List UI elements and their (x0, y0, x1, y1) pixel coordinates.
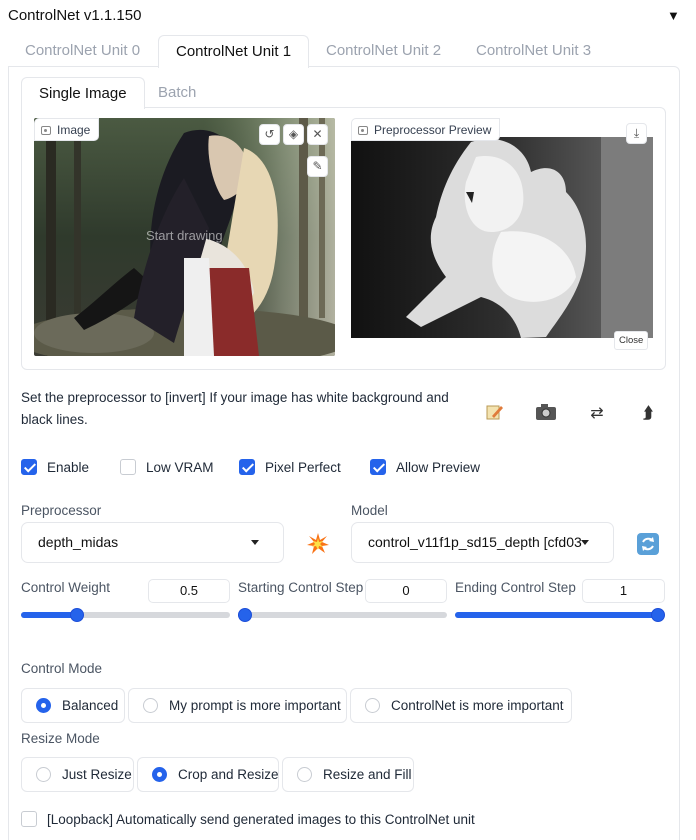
starting-step-input[interactable]: 0 (365, 579, 447, 603)
radio-unselected[interactable] (297, 767, 312, 782)
radio-just-resize[interactable]: Just Resize (21, 757, 134, 792)
ending-step-slider[interactable] (455, 608, 665, 622)
control-weight-slider[interactable] (21, 608, 230, 622)
tab-controlnet-unit-1[interactable]: ControlNet Unit 1 (158, 35, 310, 68)
allow-preview-checkbox[interactable]: Allow Preview (370, 459, 480, 477)
image-label: Image (34, 118, 100, 141)
slider-fill (455, 612, 658, 618)
depth-map-image (351, 137, 653, 338)
checkbox-checked[interactable] (21, 459, 37, 475)
caret-down-icon (251, 540, 259, 545)
checkbox-checked[interactable] (370, 459, 386, 475)
tab-controlnet-unit-2[interactable]: ControlNet Unit 2 (309, 35, 458, 67)
slider-track[interactable] (238, 612, 447, 618)
starting-step-slider[interactable] (238, 608, 447, 622)
checkbox-unchecked[interactable] (120, 459, 136, 475)
upload-arrow-icon[interactable]: ⮭ (636, 402, 660, 426)
close-icon[interactable]: ✕ (307, 124, 328, 145)
radio-controlnet-important[interactable]: ControlNet is more important (350, 688, 572, 723)
explosion-icon[interactable] (306, 532, 330, 556)
starting-step-label: Starting Control Step (238, 580, 364, 595)
model-label: Model (351, 503, 388, 518)
brush-icon[interactable]: ✎ (307, 156, 328, 177)
undo-icon[interactable]: ↺ (259, 124, 280, 145)
slider-track[interactable] (455, 612, 665, 618)
preprocessor-label: Preprocessor (21, 503, 102, 518)
ending-step-input[interactable]: 1 (582, 579, 665, 603)
eraser-icon[interactable]: ◈ (283, 124, 304, 145)
slider-track[interactable] (21, 612, 230, 618)
camera-icon-svg (536, 404, 556, 420)
edit-icon-svg (486, 405, 503, 420)
radio-crop-and-resize[interactable]: Crop and Resize (137, 757, 279, 792)
checkbox-unchecked[interactable] (21, 811, 37, 827)
slider-handle[interactable] (651, 608, 665, 622)
invert-hint-text: Set the preprocessor to [invert] If your… (21, 390, 449, 427)
preprocessor-dropdown[interactable]: depth_midas (21, 522, 284, 563)
refresh-icon-svg (642, 537, 654, 551)
radio-selected[interactable] (36, 698, 51, 713)
radio-unselected[interactable] (365, 698, 380, 713)
refresh-icon[interactable] (637, 533, 659, 555)
radio-selected[interactable] (152, 767, 167, 782)
image-icon (41, 126, 51, 135)
tab-controlnet-unit-0[interactable]: ControlNet Unit 0 (8, 35, 157, 67)
model-dropdown[interactable]: control_v11f1p_sd15_depth [cfd03 (351, 522, 614, 563)
low-vram-checkbox[interactable]: Low VRAM (120, 459, 214, 477)
tab-single-image[interactable]: Single Image (21, 77, 145, 109)
preprocessor-preview-image (351, 137, 653, 338)
pixel-perfect-checkbox[interactable]: Pixel Perfect (239, 459, 341, 477)
edit-icon[interactable] (482, 402, 506, 426)
download-icon[interactable]: ⤓ (626, 123, 647, 144)
control-weight-input[interactable]: 0.5 (148, 579, 230, 603)
preprocessor-preview-label: Preprocessor Preview (351, 118, 501, 141)
accordion-title[interactable]: ControlNet v1.1.150 (8, 7, 141, 24)
start-drawing-hint: Start drawing (146, 228, 223, 243)
slider-handle[interactable] (69, 608, 84, 622)
tab-batch[interactable]: Batch (141, 77, 213, 108)
swap-icon[interactable]: ⇄ (585, 402, 609, 426)
control-weight-label: Control Weight (21, 580, 111, 595)
radio-prompt-important[interactable]: My prompt is more important (128, 688, 347, 723)
radio-unselected[interactable] (36, 767, 51, 782)
tab-controlnet-unit-3[interactable]: ControlNet Unit 3 (459, 35, 608, 67)
checkbox-checked[interactable] (239, 459, 255, 475)
explosion-icon-svg (307, 533, 329, 554)
caret-down-icon (581, 540, 589, 545)
close-preview-button[interactable]: Close (614, 331, 649, 350)
radio-resize-and-fill[interactable]: Resize and Fill (282, 757, 414, 792)
radio-unselected[interactable] (143, 698, 158, 713)
control-mode-label: Control Mode (21, 661, 103, 676)
slider-fill (21, 612, 77, 618)
loopback-checkbox[interactable]: [Loopback] Automatically send generated … (21, 811, 475, 829)
slider-handle[interactable] (238, 608, 252, 622)
radio-balanced[interactable]: Balanced (21, 688, 125, 723)
enable-checkbox[interactable]: Enable (21, 459, 89, 477)
camera-icon[interactable] (534, 402, 558, 426)
triangle-down-icon[interactable]: ▼ (667, 8, 680, 23)
image-icon (358, 126, 368, 135)
ending-step-label: Ending Control Step (455, 580, 576, 595)
resize-mode-label: Resize Mode (21, 731, 100, 746)
